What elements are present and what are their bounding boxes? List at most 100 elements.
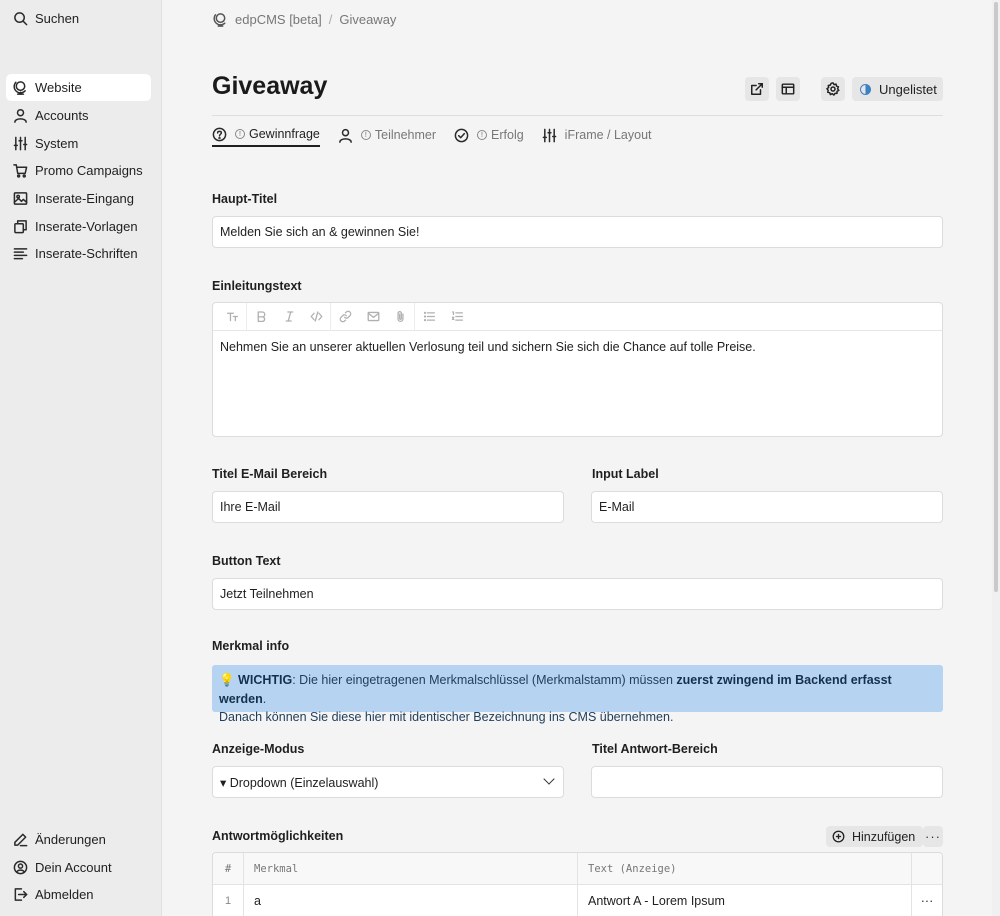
sliders-icon xyxy=(542,128,557,143)
logout-icon xyxy=(13,887,28,902)
lightbulb-icon: 💡 xyxy=(219,673,239,687)
sidebar-item-label: Abmelden xyxy=(35,887,94,902)
globe-icon xyxy=(13,80,28,95)
einleitung-editor[interactable]: Nehmen Sie an unserer aktuellen Verlosun… xyxy=(212,302,943,437)
tab-teilnehmer[interactable]: ! Teilnehmer xyxy=(338,123,436,147)
sliders-icon xyxy=(13,136,28,151)
status-label: Ungelistet xyxy=(879,81,937,97)
row-index: 1 xyxy=(213,885,244,916)
column-header-actions xyxy=(912,853,942,884)
italic-icon[interactable] xyxy=(275,303,303,331)
plus-circle-icon xyxy=(832,830,845,843)
sidebar-item-website[interactable]: Website xyxy=(6,74,151,101)
sidebar-item-system[interactable]: System xyxy=(6,130,151,157)
sidebar: Suchen Website Accounts System Promo Cam… xyxy=(0,0,162,916)
sidebar-item-label: Website xyxy=(35,80,82,95)
mail-icon[interactable] xyxy=(359,303,387,331)
sidebar-item-label: Inserate-Vorlagen xyxy=(35,219,138,234)
input-label-input[interactable]: E-Mail xyxy=(591,491,943,523)
email-titel-input[interactable]: Ihre E-Mail xyxy=(212,491,564,523)
sidebar-item-label: Accounts xyxy=(35,108,89,123)
einleitung-text[interactable]: Nehmen Sie an unserer aktuellen Verlosun… xyxy=(213,331,942,363)
sidebar-item-accounts[interactable]: Accounts xyxy=(6,102,151,129)
half-circle-icon xyxy=(860,83,871,95)
sidebar-item-inserate-vorlagen[interactable]: Inserate-Vorlagen xyxy=(6,213,151,240)
breadcrumb-current: Giveaway xyxy=(339,12,397,27)
sidebar-item-aenderungen[interactable]: Änderungen xyxy=(6,826,151,853)
sidebar-item-dein-account[interactable]: Dein Account xyxy=(6,854,151,881)
pencil-icon xyxy=(13,832,28,847)
status-toggle[interactable]: Ungelistet xyxy=(852,77,943,101)
scrollbar-thumb[interactable] xyxy=(994,2,998,592)
einleitung-label: Einleitungstext xyxy=(212,279,302,293)
tab-badge: ! xyxy=(235,129,245,139)
question-circle-icon xyxy=(212,127,227,142)
column-header-text: Text (Anzeige) xyxy=(578,853,912,884)
sidebar-item-label: Änderungen xyxy=(35,832,106,847)
tab-erfolg[interactable]: ! Erfolg xyxy=(454,123,524,147)
tab-label: Teilnehmer xyxy=(374,128,437,142)
numbered-list-icon[interactable] xyxy=(443,303,471,331)
sidebar-item-inserate-schriften[interactable]: Inserate-Schriften xyxy=(6,240,151,267)
open-external-button[interactable] xyxy=(745,77,769,101)
search-icon xyxy=(13,11,28,26)
bold-icon[interactable] xyxy=(247,303,275,331)
antworten-label: Antwortmöglichkeiten xyxy=(212,829,344,843)
sidebar-item-label: Inserate-Eingang xyxy=(35,191,135,206)
code-icon[interactable] xyxy=(303,302,331,331)
more-options-button[interactable]: ··· xyxy=(923,826,943,847)
answers-table: # Merkmal Text (Anzeige) 1 a Antwort A -… xyxy=(212,852,943,916)
cart-icon xyxy=(13,163,28,178)
anzeige-modus-select[interactable]: ▾ Dropdown (Einzelauswahl) xyxy=(212,766,564,798)
column-header-merkmal: Merkmal xyxy=(244,853,578,884)
sidebar-item-label: Promo Campaigns xyxy=(35,163,143,178)
merkmal-info-label: Merkmal info xyxy=(212,639,290,653)
add-answer-button[interactable]: Hinzufügen xyxy=(826,826,923,847)
anzeige-modus-label: Anzeige-Modus xyxy=(212,742,305,756)
table-row: 1 a Antwort A - Lorem Ipsum ··· xyxy=(213,885,942,916)
breadcrumb-separator: / xyxy=(328,12,333,27)
add-answer-label: Hinzufügen xyxy=(852,829,916,844)
info-text-end: . xyxy=(262,691,267,706)
row-merkmal-cell[interactable]: a xyxy=(244,885,578,916)
tab-badge: ! xyxy=(360,130,371,140)
email-titel-label: Titel E-Mail Bereich xyxy=(212,467,328,481)
antwort-titel-input[interactable] xyxy=(591,766,943,798)
external-link-icon xyxy=(751,83,763,95)
breadcrumb: edpCMS [beta] / Giveaway xyxy=(213,12,396,27)
bullet-list-icon[interactable] xyxy=(415,303,443,331)
button-text-input[interactable]: Jetzt Teilnehmen xyxy=(212,578,943,610)
row-text-cell[interactable]: Antwort A - Lorem Ipsum xyxy=(578,885,912,916)
search-button[interactable]: Suchen xyxy=(6,5,151,32)
breadcrumb-root[interactable]: edpCMS [beta] xyxy=(235,12,322,27)
chevron-down-icon xyxy=(543,773,555,785)
tab-iframe-layout[interactable]: iFrame / Layout xyxy=(542,123,652,147)
sidebar-item-inserate-eingang[interactable]: Inserate-Eingang xyxy=(6,185,151,212)
editor-toolbar xyxy=(213,302,942,331)
haupt-titel-input[interactable]: Melden Sie sich an & gewinnen Sie! xyxy=(212,216,943,248)
sidebar-item-promo-campaigns[interactable]: Promo Campaigns xyxy=(6,157,151,184)
window-icon xyxy=(781,83,795,95)
info-line-1: 💡 WICHTIG: Die hier eingetragenen Merkma… xyxy=(219,671,936,708)
layout-preview-button[interactable] xyxy=(776,77,800,101)
link-icon[interactable] xyxy=(331,303,359,331)
tab-badge: ! xyxy=(477,130,488,140)
text-size-icon[interactable] xyxy=(219,302,247,331)
sidebar-item-abmelden[interactable]: Abmelden xyxy=(6,881,151,908)
user-icon xyxy=(13,108,28,123)
sidebar-item-label: Inserate-Schriften xyxy=(35,246,138,261)
search-label: Suchen xyxy=(35,11,80,26)
info-strong-wichtig: WICHTIG xyxy=(238,673,293,687)
user-circle-icon xyxy=(13,860,28,875)
row-more-button[interactable]: ··· xyxy=(912,885,942,916)
tab-label: iFrame / Layout xyxy=(564,128,652,142)
table-header: # Merkmal Text (Anzeige) xyxy=(213,853,942,885)
text-lines-icon xyxy=(13,246,28,261)
copy-icon xyxy=(13,219,28,234)
scrollbar[interactable] xyxy=(992,0,1000,916)
button-text-label: Button Text xyxy=(212,554,281,568)
settings-button[interactable] xyxy=(821,77,845,101)
tab-gewinnfrage[interactable]: ! Gewinnfrage xyxy=(212,123,320,147)
antwort-titel-label: Titel Antwort-Bereich xyxy=(592,742,718,756)
attachment-icon[interactable] xyxy=(387,302,415,331)
